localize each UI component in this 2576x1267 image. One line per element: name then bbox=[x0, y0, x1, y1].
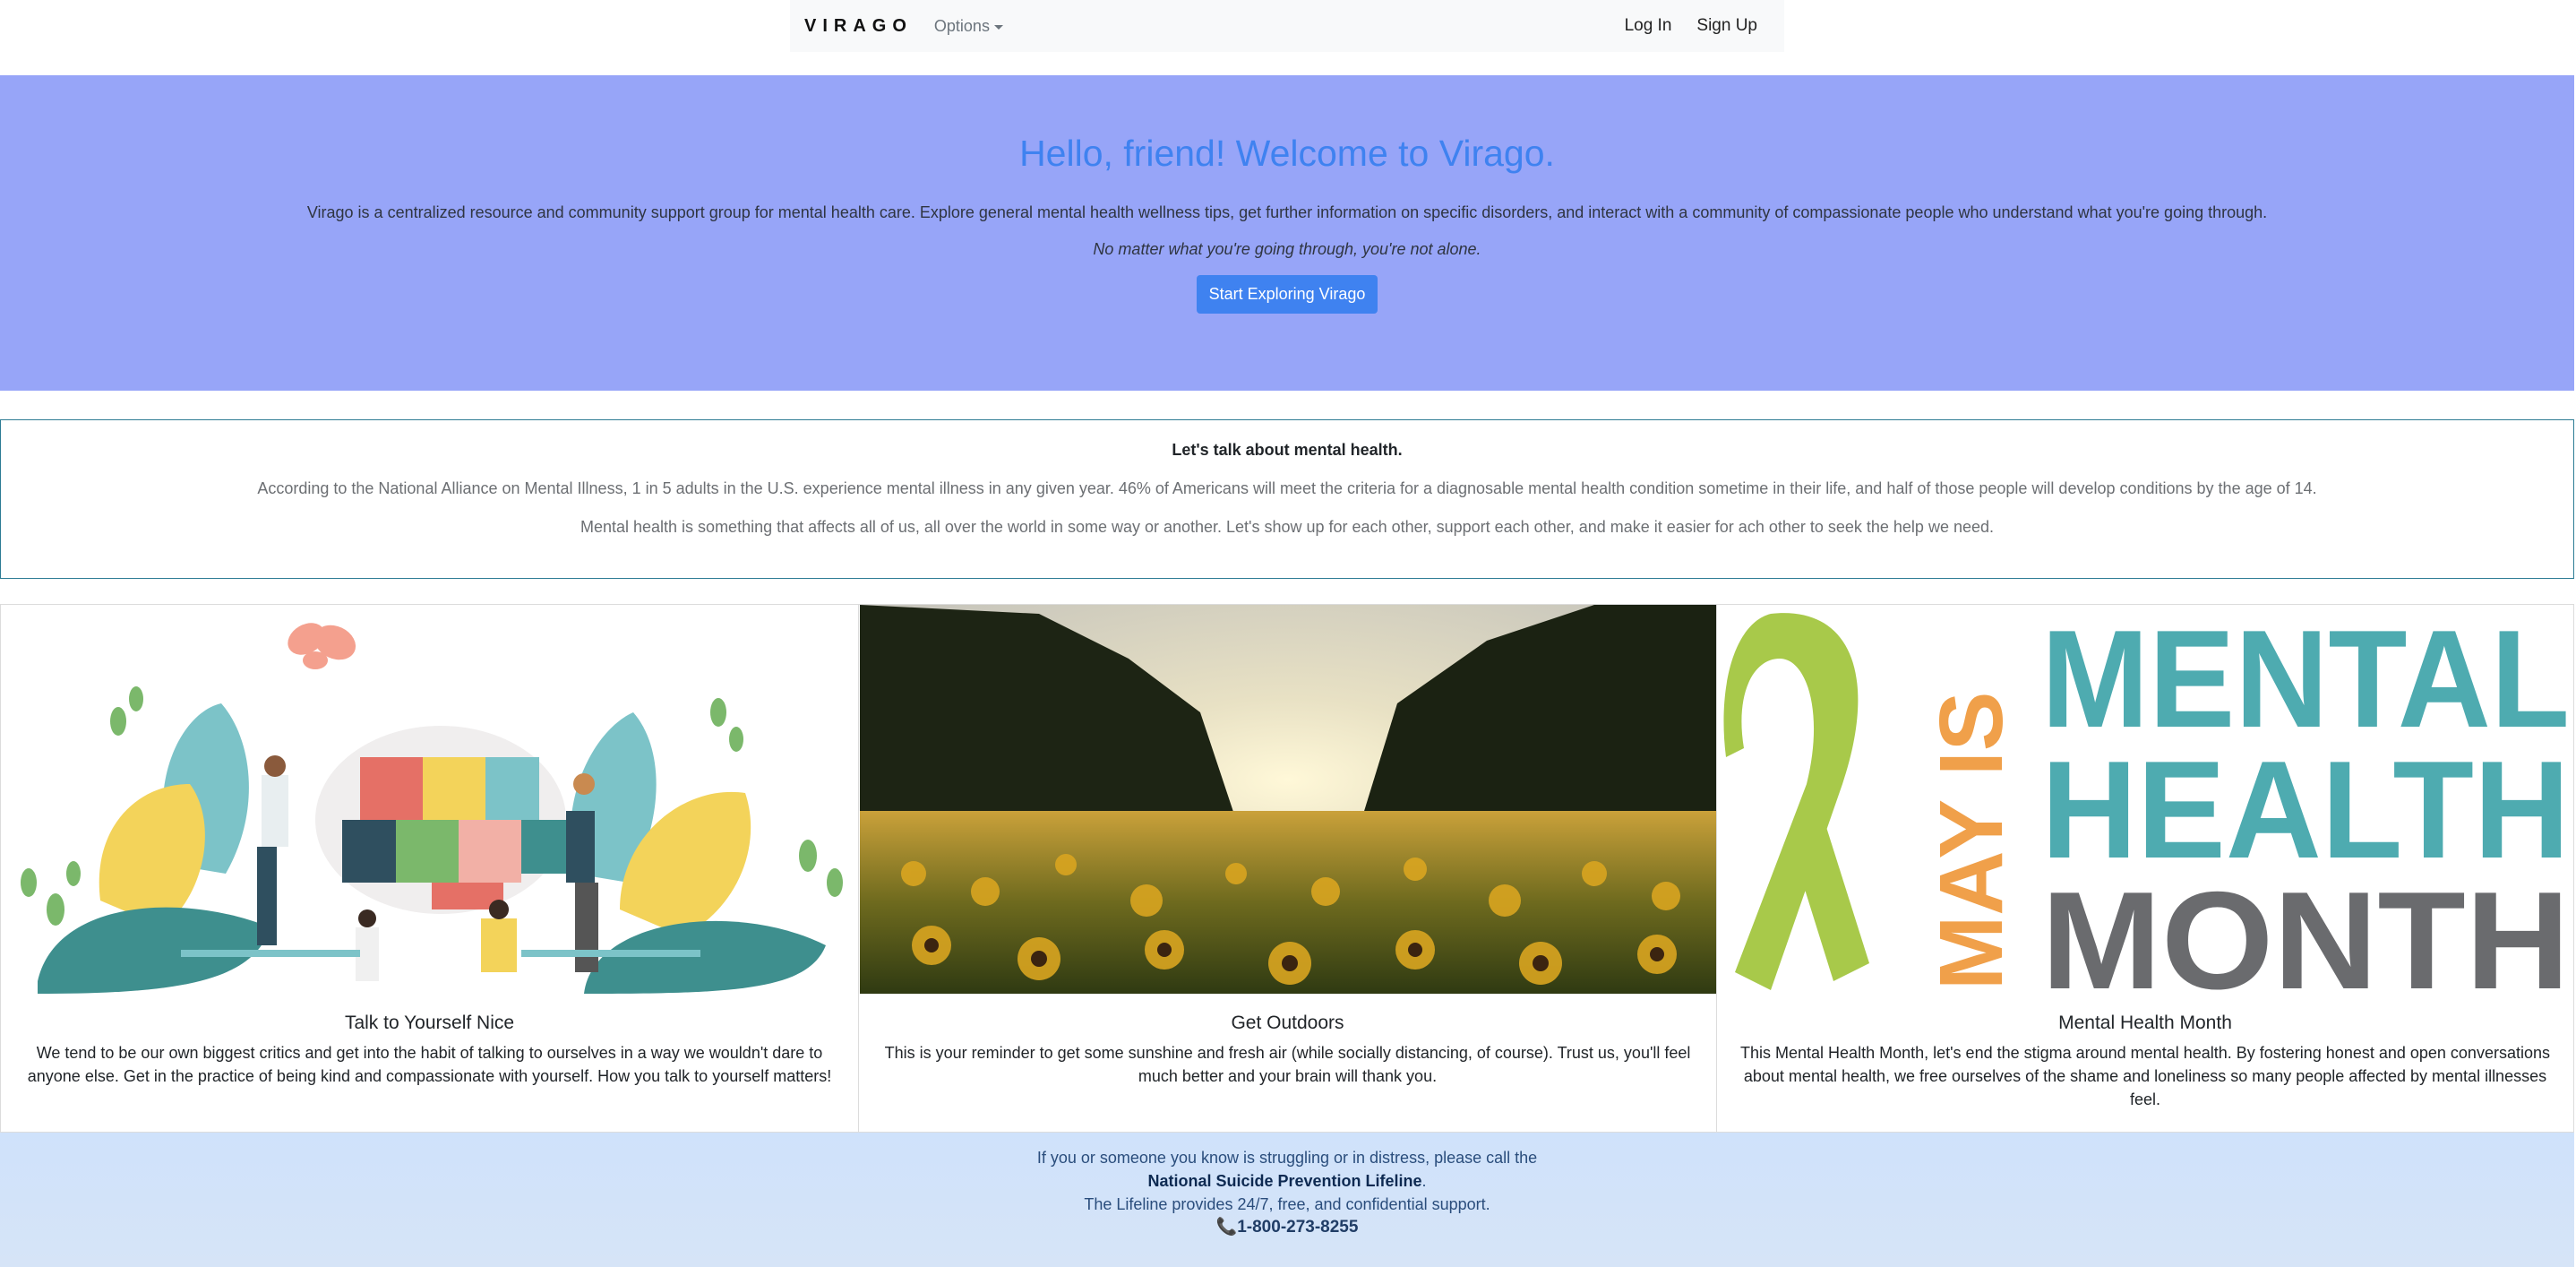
card-title: Get Outdoors bbox=[1231, 1013, 1344, 1033]
options-label: Options bbox=[933, 16, 990, 35]
signup-link[interactable]: Sign Up bbox=[1696, 16, 1757, 36]
footer-line-3: The Lifeline provides 24/7, free, and co… bbox=[1084, 1195, 1490, 1213]
auth-links: Log In Sign Up bbox=[1625, 16, 1770, 36]
hero-section: Hello, friend! Welcome to Virago. Virago… bbox=[0, 75, 2574, 391]
info-title: Let's talk about mental health. bbox=[1172, 441, 1403, 459]
phone-line[interactable]: 📞1-800-273-8255 bbox=[0, 1216, 2574, 1239]
brand-logo[interactable]: VIRAGO bbox=[804, 16, 913, 37]
card-get-outdoors: Get Outdoors This is your reminder to ge… bbox=[858, 604, 1716, 1133]
start-exploring-button[interactable]: Start Exploring Virago bbox=[1196, 275, 1378, 314]
puzzle-illustration bbox=[1, 605, 858, 994]
phone-number[interactable]: 1-800-273-8255 bbox=[1237, 1218, 1358, 1237]
navbar: VIRAGO Options Log In Sign Up bbox=[790, 0, 1784, 52]
card-text: We tend to be our own biggest critics an… bbox=[27, 1044, 832, 1085]
card-text: This Mental Health Month, let's end the … bbox=[1740, 1044, 2550, 1108]
card-title: Mental Health Month bbox=[2058, 1013, 2232, 1033]
phone-icon: 📞 bbox=[1215, 1218, 1238, 1237]
crisis-footer: If you or someone you know is struggling… bbox=[0, 1133, 2574, 1267]
card-mental-health-month: MAY IS MENTAL HEALTH MONTH Mental Health… bbox=[1716, 604, 2574, 1133]
cards-row: Talk to Yourself Nice We tend to be our … bbox=[0, 604, 2574, 1133]
may-is-text: MAY IS bbox=[1921, 692, 2022, 991]
sunflower-field-image bbox=[859, 605, 1716, 994]
footer-line-1: If you or someone you know is struggling… bbox=[1036, 1149, 1538, 1167]
login-link[interactable]: Log In bbox=[1625, 16, 1672, 36]
lifeline-suffix: . bbox=[1421, 1172, 1427, 1190]
hero-title: Hello, friend! Welcome to Virago. bbox=[1019, 133, 1555, 174]
mental-health-info-box: Let's talk about mental health. Accordin… bbox=[0, 419, 2574, 579]
footer-line-2: National Suicide Prevention Lifeline. bbox=[0, 1169, 2574, 1193]
info-paragraph-2: Mental health is something that affects … bbox=[580, 518, 1994, 536]
card-text: This is your reminder to get some sunshi… bbox=[884, 1044, 1691, 1085]
month-text: MONTH bbox=[2041, 863, 2570, 994]
card-title: Talk to Yourself Nice bbox=[344, 1013, 515, 1033]
info-paragraph-1: According to the National Alliance on Me… bbox=[257, 479, 2317, 497]
options-dropdown[interactable]: Options bbox=[934, 17, 1003, 36]
hero-tagline: No matter what you're going through, you… bbox=[1093, 240, 1481, 258]
lifeline-name: National Suicide Prevention Lifeline bbox=[1147, 1172, 1422, 1190]
chevron-down-icon bbox=[993, 24, 1003, 30]
hero-intro: Virago is a centralized resource and com… bbox=[306, 203, 2268, 221]
mental-health-month-graphic: MAY IS MENTAL HEALTH MONTH bbox=[1717, 605, 2573, 994]
card-talk-to-yourself: Talk to Yourself Nice We tend to be our … bbox=[0, 604, 858, 1133]
